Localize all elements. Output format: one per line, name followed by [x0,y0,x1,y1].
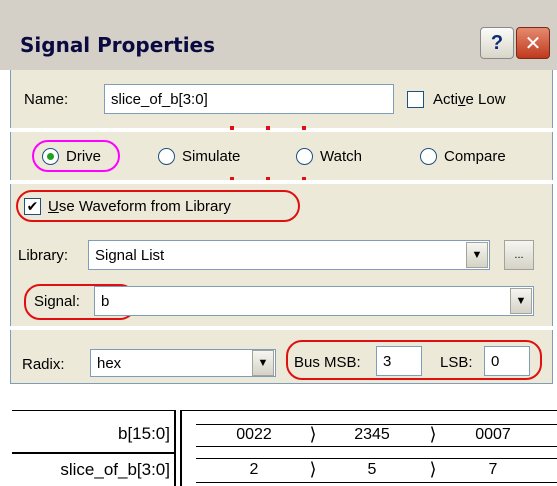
annotation-dot [230,126,234,130]
help-button[interactable]: ? [480,27,514,59]
radix-label: Radix: [22,356,65,373]
radio-watch-label: Watch [320,148,362,165]
radio-simulate-label: Simulate [182,148,241,165]
bus-value: 5 [367,461,377,478]
radio-drive[interactable] [42,148,59,165]
radix-dropdown-button[interactable]: ▼ [252,350,274,376]
waveform-signal-name: b[15:0] [118,424,170,443]
bus-transition: ⟩ [429,424,437,444]
lsb-label: LSB: [440,354,473,371]
bus-msb-field[interactable]: 3 [376,346,422,376]
waveform-top-border [180,410,557,411]
annotation-dot [302,126,306,130]
radio-simulate[interactable] [158,148,175,165]
radio-compare-label: Compare [444,148,506,165]
close-button[interactable]: ✕ [516,27,550,59]
waveform-signal-name: slice_of_b[3:0] [60,460,170,479]
use-waveform-label: Use Waveform from Library [48,198,231,215]
bus-msb-label: Bus MSB: [294,354,361,371]
signal-label: Signal: [34,293,80,310]
name-field[interactable]: slice_of_b[3:0] [104,84,394,114]
radio-drive-label: Drive [66,148,102,165]
signal-select[interactable]: b [94,286,534,316]
bus-value: 0007 [475,426,511,443]
radio-compare[interactable] [420,148,437,165]
bus-transition: ⟩ [429,459,437,479]
active-low-label: Active Low [433,91,506,108]
bus-value: 0022 [236,426,272,443]
library-select[interactable]: Signal List [88,240,490,270]
bus-waveform-upper [196,458,557,459]
library-browse-button[interactable]: ... [504,240,534,270]
use-waveform-checkbox[interactable]: ✔ [24,198,41,215]
bus-waveform-lower [196,482,557,483]
window-title: Signal Properties [20,33,216,57]
bus-value: 2 [249,461,259,478]
signal-dropdown-button[interactable]: ▼ [510,288,532,314]
annotation-dot [266,126,270,130]
bus-waveform-lower [196,446,557,447]
bus-value: 2345 [354,426,390,443]
lsb-field[interactable]: 0 [484,346,530,376]
bus-transition: ⟩ [309,424,317,444]
waveform-row-divider [12,452,176,454]
bus-transition: ⟩ [309,459,317,479]
active-low-checkbox[interactable] [407,91,424,108]
bus-value: 7 [488,461,498,478]
library-dropdown-button[interactable]: ▼ [466,242,488,268]
bus-waveform-upper [196,424,557,425]
waveform-track-divider [180,410,182,486]
name-label: Name: [24,91,69,108]
library-label: Library: [18,247,69,264]
radio-watch[interactable] [296,148,313,165]
radix-select[interactable]: hex [90,349,276,377]
